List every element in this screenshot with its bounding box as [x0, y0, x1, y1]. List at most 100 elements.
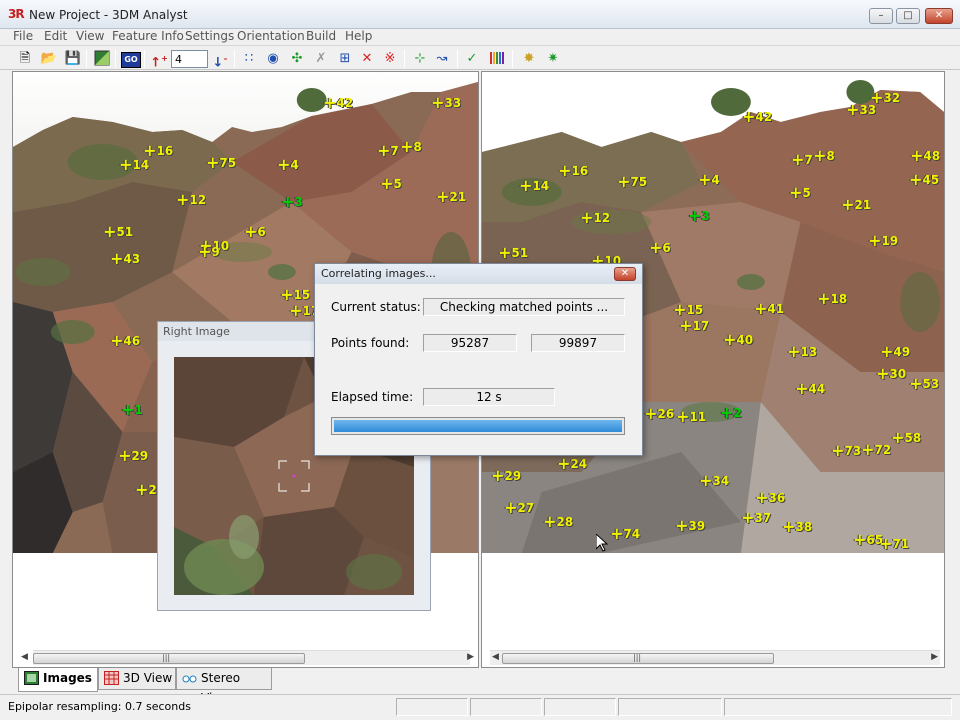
tab-stereo-view[interactable]: Stereo View	[176, 668, 272, 705]
point-marker[interactable]: +7	[791, 152, 813, 168]
scroll-thumb[interactable]: |||	[33, 653, 305, 664]
scroll-right-arrow-icon[interactable]: ▶	[931, 652, 938, 662]
scroll-right-arrow-icon[interactable]: ▶	[467, 652, 474, 662]
save-icon[interactable]: 💾	[64, 50, 82, 68]
minimize-button[interactable]: –	[869, 8, 893, 24]
point-marker[interactable]: +29	[118, 448, 148, 464]
point-marker[interactable]: +43	[110, 251, 140, 267]
point-marker[interactable]: +24	[557, 456, 587, 472]
match-points-icon[interactable]: ⊹	[411, 50, 429, 68]
settings-icon[interactable]: ✸	[520, 50, 538, 68]
point-marker[interactable]: +40	[723, 332, 753, 348]
point-marker[interactable]: +8	[813, 148, 835, 164]
menu-view[interactable]: View	[76, 29, 104, 43]
delete-point-icon[interactable]: ✕	[358, 50, 376, 68]
point-marker[interactable]: +17	[679, 318, 709, 334]
scroll-left-arrow-icon[interactable]: ◀	[21, 652, 28, 662]
point-marker[interactable]: +12	[580, 210, 610, 226]
point-marker[interactable]: +73	[831, 443, 861, 459]
scroll-left-arrow-icon[interactable]: ◀	[492, 652, 499, 662]
point-marker[interactable]: +38	[782, 519, 812, 535]
point-marker[interactable]: +51	[103, 224, 133, 240]
point-marker[interactable]: +49	[880, 344, 910, 360]
point-marker[interactable]: +16	[558, 163, 588, 179]
close-button[interactable]: ✕	[925, 8, 953, 24]
point-marker[interactable]: +4	[277, 157, 299, 173]
epipolar-icon[interactable]: ↝	[433, 50, 451, 68]
point-marker[interactable]: +33	[431, 95, 461, 111]
point-marker[interactable]: +4	[698, 172, 720, 188]
right-horizontal-scrollbar[interactable]: ◀ ||| ▶	[490, 650, 940, 665]
point-marker[interactable]: +46	[110, 333, 140, 349]
new-file-icon[interactable]: 🗎	[16, 50, 34, 68]
point-marker[interactable]: +6	[244, 224, 266, 240]
point-marker[interactable]: +58	[891, 430, 921, 446]
tab-3d-view[interactable]: 3D View	[98, 668, 176, 690]
menu-build[interactable]: Build	[306, 29, 336, 43]
point-marker[interactable]: +3	[688, 208, 710, 224]
point-marker[interactable]: +30	[876, 366, 906, 382]
point-marker[interactable]: +27	[504, 500, 534, 516]
point-marker[interactable]: +51	[498, 245, 528, 261]
menu-orientation[interactable]: Orientation	[237, 29, 305, 43]
menu-help[interactable]: Help	[345, 29, 372, 43]
menu-edit[interactable]: Edit	[44, 29, 67, 43]
point-marker[interactable]: +16	[143, 143, 173, 159]
image-icon[interactable]	[93, 50, 111, 68]
go-button[interactable]: GO	[121, 50, 141, 68]
point-marker[interactable]: +72	[861, 442, 891, 458]
point-marker[interactable]: +29	[491, 468, 521, 484]
point-marker[interactable]: +28	[543, 514, 573, 530]
tab-images[interactable]: Images	[18, 668, 98, 692]
point-marker[interactable]: +39	[675, 518, 705, 534]
point-marker[interactable]: +15	[673, 302, 703, 318]
point-marker[interactable]: +8	[400, 139, 422, 155]
point-marker[interactable]: +37	[741, 510, 771, 526]
point-marker[interactable]: +11	[676, 409, 706, 425]
point-marker[interactable]: +14	[519, 178, 549, 194]
move-point-icon[interactable]: ✣	[288, 50, 306, 68]
point-marker[interactable]: +53	[909, 376, 939, 392]
decrease-step-icon[interactable]: ↓–	[211, 50, 229, 70]
point-marker[interactable]: +12	[176, 192, 206, 208]
add-point-icon[interactable]: ⊞	[336, 50, 354, 68]
points-icon[interactable]: ∷	[240, 50, 258, 68]
point-marker[interactable]: +42	[323, 95, 353, 111]
maximize-button[interactable]: □	[896, 8, 920, 24]
point-marker[interactable]: +45	[909, 172, 939, 188]
point-marker[interactable]: +44	[795, 381, 825, 397]
open-folder-icon[interactable]: 📂	[40, 50, 58, 68]
point-marker[interactable]: +71	[879, 536, 909, 552]
point-marker[interactable]: +33	[846, 102, 876, 118]
point-marker[interactable]: +75	[617, 174, 647, 190]
point-marker[interactable]: +3	[281, 194, 303, 210]
point-marker[interactable]: +15	[280, 287, 310, 303]
scroll-thumb[interactable]: |||	[502, 653, 774, 664]
target-icon[interactable]: ◉	[264, 50, 282, 68]
increase-step-icon[interactable]: ↑+	[150, 50, 168, 70]
build-icon[interactable]: ✷	[544, 50, 562, 68]
orientation-icon[interactable]: ✓	[463, 50, 481, 68]
point-marker[interactable]: +6	[649, 240, 671, 256]
color-bars-icon[interactable]	[488, 50, 506, 68]
point-marker[interactable]: +19	[868, 233, 898, 249]
point-marker[interactable]: +2	[720, 405, 742, 421]
point-marker[interactable]: +21	[841, 197, 871, 213]
point-marker[interactable]: +13	[787, 344, 817, 360]
menu-feature-info[interactable]: Feature Info	[112, 29, 184, 43]
point-marker[interactable]: +74	[610, 526, 640, 542]
point-marker[interactable]: +75	[206, 155, 236, 171]
delete-all-icon[interactable]: ※	[381, 50, 399, 68]
point-marker[interactable]: +14	[119, 157, 149, 173]
menu-file[interactable]: File	[13, 29, 33, 43]
point-marker[interactable]: +41	[754, 301, 784, 317]
dialog-close-button[interactable]: ✕	[614, 267, 636, 281]
point-marker[interactable]: +21	[436, 189, 466, 205]
point-marker[interactable]: +5	[380, 176, 402, 192]
point-marker[interactable]: +36	[755, 490, 785, 506]
point-marker[interactable]: +42	[742, 109, 772, 125]
point-marker[interactable]: +1	[121, 402, 143, 418]
point-marker[interactable]: +9	[198, 244, 220, 260]
point-marker[interactable]: +26	[644, 406, 674, 422]
correlating-dialog[interactable]: Correlating images... ✕ Current status: …	[314, 263, 643, 456]
